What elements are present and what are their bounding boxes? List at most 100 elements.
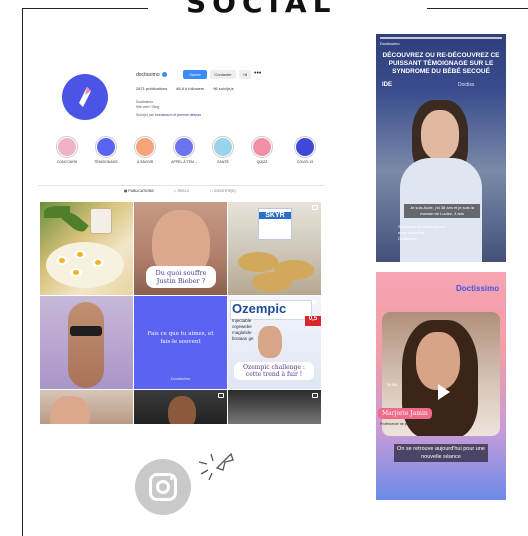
following-count[interactable]: 96 suivi(e)s bbox=[213, 86, 233, 91]
bio-followed-by-names[interactable]: loredana.m et jeremie.delmas bbox=[155, 113, 201, 117]
frame-line-top-left bbox=[22, 8, 148, 9]
page: SOCIAL doctissimo Suivre Contacter +8 ••… bbox=[0, 0, 528, 536]
tabs-divider bbox=[38, 185, 324, 186]
ozempic-badge: 0,5 bbox=[305, 316, 321, 326]
tab-identifie[interactable]: ☐ IDENTIFIÉ(E) bbox=[210, 189, 236, 193]
post-caption: Du quoi souffre Justin Bieber ? bbox=[146, 266, 216, 288]
followers-count[interactable]: 86,6 k followers bbox=[176, 86, 204, 91]
tab-reels[interactable]: ▷ REELS bbox=[174, 189, 189, 193]
egg bbox=[74, 250, 86, 259]
food-item bbox=[238, 252, 278, 272]
profile-username: doctissimo bbox=[136, 72, 160, 78]
jar bbox=[90, 208, 112, 234]
follow-button[interactable]: Suivre bbox=[183, 70, 207, 79]
highlight-label: CONCOURS bbox=[56, 160, 78, 164]
highlight-cover bbox=[58, 138, 76, 156]
highlight-quizz[interactable]: QUIZZ bbox=[247, 136, 277, 164]
basil-leaf bbox=[61, 209, 89, 235]
post-caption: Ozempic challenge : cette trend à fuir ! bbox=[234, 362, 314, 380]
body-figure bbox=[68, 302, 104, 388]
story-logo: IDE bbox=[382, 82, 393, 88]
highlight-cover bbox=[253, 138, 271, 156]
highlight-label: APPEL À TÉM... bbox=[171, 160, 197, 164]
frame-line-top-right bbox=[427, 8, 528, 9]
post-ozempic[interactable]: Ozempic 0,5 Injectable orgewebe maglutid… bbox=[228, 296, 321, 389]
verified-icon bbox=[161, 72, 167, 78]
bio-followed-by: Suivi(e) par bbox=[136, 113, 154, 117]
highlight-cover bbox=[175, 138, 193, 156]
highlight-label: À SAVOIR bbox=[136, 160, 154, 164]
compass-icon bbox=[79, 87, 91, 107]
highlight-covid[interactable]: COVID-19 bbox=[290, 136, 320, 164]
speaker-role: Professeure de pilates bbox=[380, 422, 415, 426]
highlight-appel[interactable]: APPEL À TÉM... bbox=[169, 136, 199, 164]
post-body[interactable] bbox=[40, 296, 133, 389]
carousel-icon bbox=[218, 393, 224, 398]
post-man[interactable] bbox=[134, 390, 227, 424]
avatar[interactable] bbox=[62, 74, 108, 120]
post-eggs[interactable] bbox=[40, 202, 133, 295]
portrait-face bbox=[421, 110, 459, 160]
click-cursor-icon bbox=[198, 452, 234, 481]
egg bbox=[56, 256, 68, 265]
profile-username-row: doctissimo bbox=[136, 72, 167, 78]
instagram-logo-icon[interactable] bbox=[135, 459, 191, 515]
story-highlights: CONCOURS TÉMOIGNAGE À SAVOIR APPEL À TÉM… bbox=[52, 136, 322, 170]
plate bbox=[46, 242, 124, 288]
story-brand: Doctissimo bbox=[456, 284, 500, 293]
story-title: DÉCOUVREZ OU RE-DÉCOUVREZ CE PUISSANT TÉ… bbox=[382, 52, 500, 75]
highlight-cover bbox=[97, 138, 115, 156]
video-subtitle: On se retrouve aujourd'hui pour une nouv… bbox=[394, 444, 488, 462]
post-justin-bieber[interactable]: Du quoi souffre Justin Bieber ? bbox=[134, 202, 227, 295]
highlight-label: SANTÉ bbox=[217, 160, 229, 164]
highlight-cover bbox=[296, 138, 314, 156]
contact-button[interactable]: Contacter bbox=[210, 70, 236, 79]
portrait-face bbox=[416, 332, 460, 390]
story-footer-line: Doctissimo bbox=[398, 236, 418, 241]
story-card-pilates[interactable]: Doctissimo TikTok Marjorie Jamin Profess… bbox=[376, 272, 506, 500]
post-quote[interactable]: Fais ce que tu aimes, et fais-le souvent… bbox=[134, 296, 227, 389]
portrait-face bbox=[50, 396, 90, 424]
highlight-sante[interactable]: SANTÉ bbox=[208, 136, 238, 164]
more-options-icon[interactable]: ••• bbox=[254, 70, 261, 78]
highlight-concours[interactable]: CONCOURS bbox=[52, 136, 82, 164]
post-abstract[interactable] bbox=[228, 390, 321, 424]
ozempic-title: Ozempic bbox=[232, 301, 287, 316]
highlight-cover bbox=[136, 138, 154, 156]
bio-category: Site web / Blog bbox=[136, 105, 160, 109]
highlight-label: QUIZZ bbox=[256, 160, 268, 164]
highlight-cover bbox=[214, 138, 232, 156]
skyr-label: SKYR bbox=[259, 212, 291, 219]
egg bbox=[92, 258, 104, 267]
ozempic-lines: Injectable orgewebe maglutide brutaan ge bbox=[232, 318, 254, 341]
profile-stats: 2871 publications 86,6 k followers 96 su… bbox=[136, 86, 242, 91]
frame-line-left bbox=[22, 8, 23, 536]
quote-text: Fais ce que tu aimes, et fais-le souvent bbox=[147, 331, 214, 345]
quote-brand: Doctissimo bbox=[170, 376, 191, 381]
post-woman[interactable] bbox=[40, 390, 133, 424]
page-title: SOCIAL bbox=[186, 0, 337, 19]
play-icon[interactable] bbox=[438, 384, 450, 400]
story-card-shaken-baby[interactable]: Doctissimo DÉCOUVREZ OU RE-DÉCOUVREZ CE … bbox=[376, 34, 506, 262]
reel-icon bbox=[312, 299, 318, 305]
highlight-temoignage[interactable]: TÉMOIGNAGE bbox=[91, 136, 121, 164]
speaker-name: Marjorie Jamin bbox=[378, 408, 432, 419]
egg bbox=[70, 268, 82, 277]
food-item bbox=[252, 272, 292, 292]
publications-count: 2871 publications bbox=[136, 86, 168, 91]
tab-publications[interactable]: ▦ PUBLICATIONS bbox=[124, 189, 154, 193]
highlight-label: TÉMOIGNAGE bbox=[94, 160, 118, 164]
profile-bio: Doctissimo Site web / Blog Suivi(e) par … bbox=[136, 100, 256, 118]
suggested-button[interactable]: +8 bbox=[239, 70, 251, 79]
tiktok-label: TikTok bbox=[386, 382, 398, 387]
post-skyr[interactable]: SKYR bbox=[228, 202, 321, 295]
top-band bbox=[70, 326, 102, 336]
portrait-face bbox=[168, 396, 196, 424]
highlight-a-savoir[interactable]: À SAVOIR bbox=[130, 136, 160, 164]
portrait-face bbox=[258, 326, 282, 358]
highlight-label: COVID-19 bbox=[296, 160, 314, 164]
story-caption: Je suis Aude, j'ai 38 ans et je suis la … bbox=[404, 204, 480, 218]
story-progress-bar bbox=[380, 37, 502, 39]
story-header: Doctissimo bbox=[380, 41, 400, 46]
instagram-profile: doctissimo Suivre Contacter +8 ••• 2871 … bbox=[38, 56, 324, 424]
